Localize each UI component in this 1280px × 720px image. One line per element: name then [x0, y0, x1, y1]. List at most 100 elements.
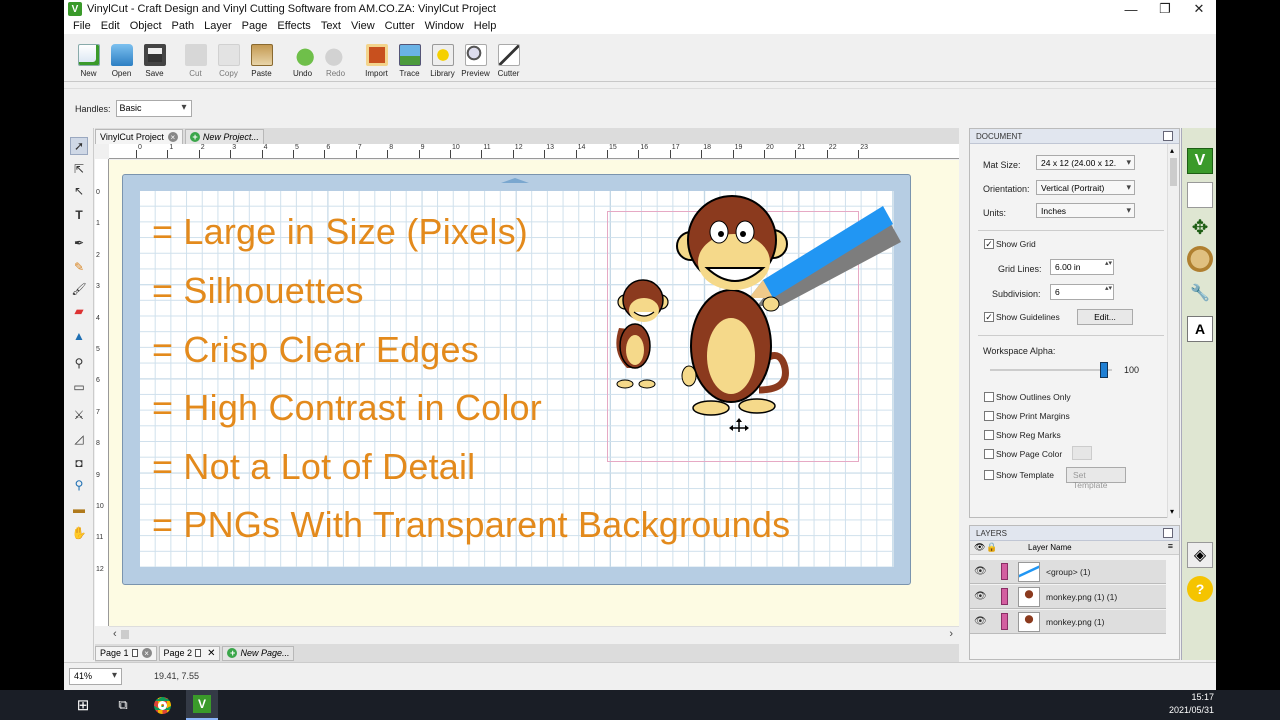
preview-button[interactable]: Preview — [459, 34, 492, 82]
transform-panel-icon[interactable]: ✥ — [1187, 214, 1213, 240]
text-tool-icon[interactable]: T — [70, 206, 88, 224]
layer-row[interactable]: 👁 monkey.png (1) — [970, 610, 1166, 634]
menu-file[interactable]: File — [68, 20, 96, 32]
text-font-icon[interactable]: A — [1187, 316, 1213, 342]
scroll-thumb[interactable] — [1170, 158, 1177, 186]
vinylcut-taskbar-icon[interactable]: V — [186, 690, 218, 720]
page-color-swatch[interactable] — [1072, 446, 1092, 460]
redo-button[interactable]: Redo — [319, 34, 352, 82]
mat-size-dropdown[interactable]: 24 x 12 (24.00 x 12. — [1036, 155, 1135, 170]
undo-button[interactable]: Undo — [286, 34, 319, 82]
show-outlines-checkbox[interactable]: Show Outlines Only — [984, 392, 1071, 402]
show-page-color-checkbox[interactable]: Show Page Color — [984, 449, 1062, 459]
open-button[interactable]: Open — [105, 34, 138, 82]
layers-menu-icon[interactable]: ≡ — [1168, 541, 1173, 551]
document-panel-icon[interactable] — [1187, 182, 1213, 208]
rectangle-tool-icon[interactable]: ▭ — [70, 378, 88, 396]
show-grid-checkbox[interactable]: ✓ Show Grid — [984, 239, 1036, 249]
scroll-left-icon[interactable]: ‹ — [113, 628, 117, 640]
windows-start-icon[interactable]: ⊞ — [70, 690, 96, 720]
menu-help[interactable]: Help — [469, 20, 502, 32]
units-dropdown[interactable]: Inches — [1036, 203, 1135, 218]
scroll-down-icon[interactable]: ▾ — [1170, 507, 1174, 516]
scroll-thumb[interactable] — [121, 630, 129, 639]
brush-tool-icon[interactable]: 🖌 — [70, 280, 88, 298]
visibility-eye-icon[interactable]: 👁 — [974, 616, 987, 627]
copy-button[interactable]: Copy — [212, 34, 245, 82]
layer-row[interactable]: 👁 <group> (1) — [970, 560, 1166, 584]
menu-text[interactable]: Text — [316, 20, 346, 32]
show-guidelines-checkbox[interactable]: ✓ Show Guidelines — [984, 312, 1060, 322]
select-tool-icon[interactable]: ➚ — [70, 137, 88, 155]
help-icon[interactable]: ? — [1187, 576, 1213, 602]
eyedropper-tool-icon[interactable]: ⚲ — [70, 354, 88, 372]
tools-wrench-icon[interactable]: 🔧 — [1187, 280, 1213, 306]
menu-edit[interactable]: Edit — [96, 20, 125, 32]
panel-dock-icon[interactable] — [1163, 131, 1173, 141]
subdivision-stepper[interactable]: 6 — [1050, 284, 1114, 300]
scroll-up-icon[interactable]: ▴ — [1170, 146, 1174, 155]
lesson-line[interactable]: = Not a Lot of Detail — [152, 446, 475, 488]
chrome-icon[interactable] — [148, 690, 176, 720]
tab-page-2[interactable]: Page 2 ✕ — [158, 645, 221, 661]
tab-page-1[interactable]: Page 1 × — [95, 645, 157, 661]
lesson-line[interactable]: = Silhouettes — [152, 270, 364, 312]
horizontal-scrollbar[interactable]: ‹ › — [109, 626, 959, 642]
workspace-alpha-slider[interactable] — [990, 369, 1112, 371]
cut-button[interactable]: Cut — [179, 34, 212, 82]
new-button[interactable]: New — [72, 34, 105, 82]
lesson-line[interactable]: = PNGs With Transparent Backgrounds — [152, 504, 790, 546]
scroll-right-icon[interactable]: › — [949, 628, 953, 640]
minimize-button[interactable]: — — [1114, 0, 1148, 18]
paste-button[interactable]: Paste — [245, 34, 278, 82]
close-tab-icon[interactable]: × — [141, 648, 152, 658]
layer-color-swatch[interactable] — [1001, 588, 1008, 605]
menu-view[interactable]: View — [346, 20, 380, 32]
close-button[interactable]: ✕ — [1182, 0, 1216, 18]
lesson-line[interactable]: = Crisp Clear Edges — [152, 329, 479, 371]
menu-object[interactable]: Object — [125, 20, 167, 32]
knife-tool-icon[interactable]: ⚔ — [70, 406, 88, 424]
save-button[interactable]: Save — [138, 34, 171, 82]
layer-row[interactable]: 👁 monkey.png (1) (1) — [970, 585, 1166, 609]
import-button[interactable]: Import — [360, 34, 393, 82]
show-print-margins-checkbox[interactable]: Show Print Margins — [984, 411, 1070, 421]
transform-tool-icon[interactable]: ◿ — [70, 430, 88, 448]
cutter-button[interactable]: Cutter — [492, 34, 525, 82]
measure-tool-icon[interactable]: ▬ — [70, 500, 88, 518]
orientation-dropdown[interactable]: Vertical (Portrait) — [1036, 180, 1135, 195]
eraser-tool-icon[interactable]: ▰ — [70, 302, 88, 320]
close-tab-icon[interactable]: ✕ — [207, 648, 215, 659]
tab-new-project[interactable]: + New Project... — [184, 129, 264, 144]
visibility-eye-icon[interactable]: 👁 — [974, 566, 987, 577]
pen-tool-icon[interactable]: ✒ — [70, 234, 88, 252]
node-edit-tool-icon[interactable]: ↖ — [70, 182, 88, 200]
show-reg-marks-checkbox[interactable]: Show Reg Marks — [984, 430, 1061, 440]
tab-new-page[interactable]: + New Page... — [222, 645, 295, 661]
panel-scrollbar[interactable]: ▴ ▾ — [1167, 144, 1179, 518]
menu-path[interactable]: Path — [167, 20, 200, 32]
zoom-dropdown[interactable]: 41% — [69, 668, 122, 685]
canvas-workspace[interactable]: = Large in Size (Pixels) = Silhouettes =… — [109, 160, 959, 626]
panel-dock-icon[interactable] — [1163, 528, 1173, 538]
layers-panel-icon[interactable]: ◈ — [1187, 542, 1213, 568]
polygon-tool-icon[interactable]: ▲ — [70, 327, 88, 345]
library-button[interactable]: Library — [426, 34, 459, 82]
handles-dropdown[interactable]: Basic — [115, 100, 192, 117]
lesson-line[interactable]: = Large in Size (Pixels) — [152, 211, 528, 253]
zoom-tool-icon[interactable]: ⚲ — [70, 476, 88, 494]
show-template-checkbox[interactable]: Show Template — [984, 470, 1054, 480]
pan-hand-tool-icon[interactable]: ✋ — [70, 524, 88, 542]
lesson-line[interactable]: = High Contrast in Color — [152, 387, 542, 429]
monkey-cartoon-image[interactable] — [589, 180, 911, 432]
set-template-button[interactable]: Set Template — [1066, 467, 1126, 490]
visibility-eye-icon[interactable]: 👁 — [974, 591, 987, 602]
slider-thumb[interactable] — [1100, 362, 1108, 378]
trace-button[interactable]: Trace — [393, 34, 426, 82]
menu-layer[interactable]: Layer — [199, 20, 237, 32]
contour-tool-icon[interactable]: ◘ — [70, 454, 88, 472]
menu-window[interactable]: Window — [420, 20, 469, 32]
edit-guidelines-button[interactable]: Edit... — [1077, 309, 1133, 325]
tab-vinylcut-project[interactable]: VinylCut Project × — [95, 129, 183, 144]
menu-cutter[interactable]: Cutter — [380, 20, 420, 32]
